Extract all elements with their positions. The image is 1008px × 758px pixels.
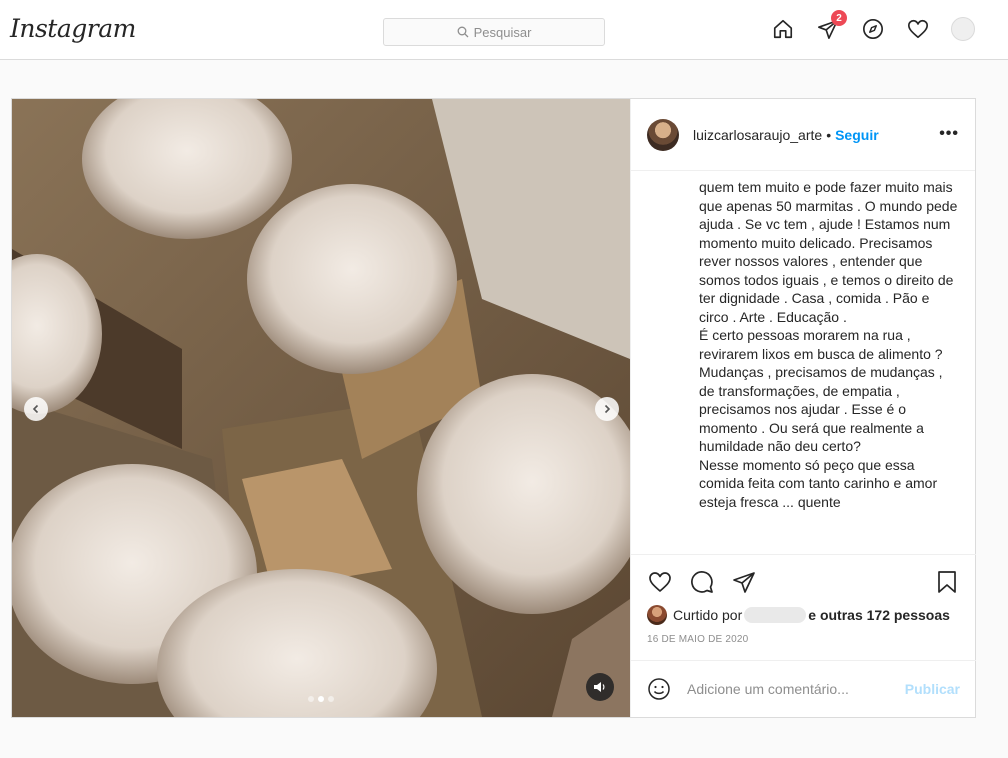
post-sidebar: luizcarlosaraujo_arte • Seguir ••• quem … bbox=[630, 99, 976, 717]
author-username[interactable]: luizcarlosaraujo_arte bbox=[693, 127, 822, 143]
comment-bubble-icon[interactable] bbox=[689, 569, 715, 595]
more-options-icon[interactable]: ••• bbox=[939, 125, 959, 143]
likes-summary[interactable]: Curtido por e outras 172 pessoas bbox=[647, 605, 960, 625]
post-date[interactable]: 16 DE MAIO DE 2020 bbox=[647, 634, 960, 645]
chevron-right-icon bbox=[604, 404, 611, 414]
comment-input[interactable]: Adicione um comentário... bbox=[687, 681, 905, 697]
comment-box: Adicione um comentário... Publicar bbox=[631, 660, 976, 717]
speaker-icon bbox=[594, 682, 605, 692]
post-card: luizcarlosaraujo_arte • Seguir ••• quem … bbox=[11, 98, 976, 718]
profile-avatar[interactable] bbox=[950, 16, 976, 42]
search-input[interactable]: Pesquisar bbox=[383, 18, 605, 46]
liker-avatar bbox=[647, 605, 667, 625]
emoji-icon[interactable] bbox=[647, 677, 671, 701]
publish-button[interactable]: Publicar bbox=[905, 681, 960, 697]
post-header: luizcarlosaraujo_arte • Seguir ••• bbox=[631, 99, 975, 171]
carousel-indicator bbox=[308, 696, 334, 702]
bookmark-icon[interactable] bbox=[934, 569, 960, 595]
carousel-dot bbox=[308, 696, 314, 702]
direct-messages-icon[interactable]: 2 bbox=[815, 10, 847, 42]
activity-heart-icon[interactable] bbox=[905, 16, 931, 42]
search-placeholder: Pesquisar bbox=[473, 24, 532, 40]
like-heart-icon[interactable] bbox=[647, 569, 673, 595]
notification-badge: 2 bbox=[831, 10, 847, 26]
explore-compass-icon[interactable] bbox=[860, 16, 886, 42]
instagram-logo[interactable]: Instagram bbox=[10, 14, 136, 43]
separator-dot: • bbox=[826, 126, 832, 143]
post-video[interactable] bbox=[12, 99, 630, 717]
sound-toggle-button[interactable] bbox=[586, 673, 614, 701]
carousel-dot-active bbox=[318, 696, 324, 702]
video-frame-image bbox=[12, 99, 630, 717]
home-icon[interactable] bbox=[770, 16, 796, 42]
blurred-username bbox=[744, 607, 807, 623]
author-avatar[interactable] bbox=[647, 118, 679, 151]
profile-avatar-image bbox=[951, 17, 975, 41]
carousel-dot bbox=[328, 696, 334, 702]
carousel-next-button[interactable] bbox=[595, 397, 619, 421]
top-nav: Instagram Pesquisar 2 bbox=[0, 0, 1008, 60]
post-actions: Curtido por e outras 172 pessoas 16 DE M… bbox=[631, 554, 976, 660]
search-icon bbox=[457, 26, 469, 38]
liked-by-prefix: Curtido por bbox=[673, 607, 743, 623]
action-bar bbox=[647, 567, 960, 597]
carousel-prev-button[interactable] bbox=[24, 397, 48, 421]
liked-by-others[interactable]: e outras 172 pessoas bbox=[808, 607, 950, 623]
chevron-left-icon bbox=[32, 404, 39, 414]
caption-text: quem tem muito e pode fazer muito mais q… bbox=[699, 179, 958, 510]
nav-icons: 2 bbox=[770, 10, 976, 42]
share-paper-plane-icon[interactable] bbox=[731, 569, 757, 595]
post-caption: quem tem muito e pode fazer muito mais q… bbox=[631, 172, 976, 554]
follow-button[interactable]: Seguir bbox=[835, 127, 879, 143]
